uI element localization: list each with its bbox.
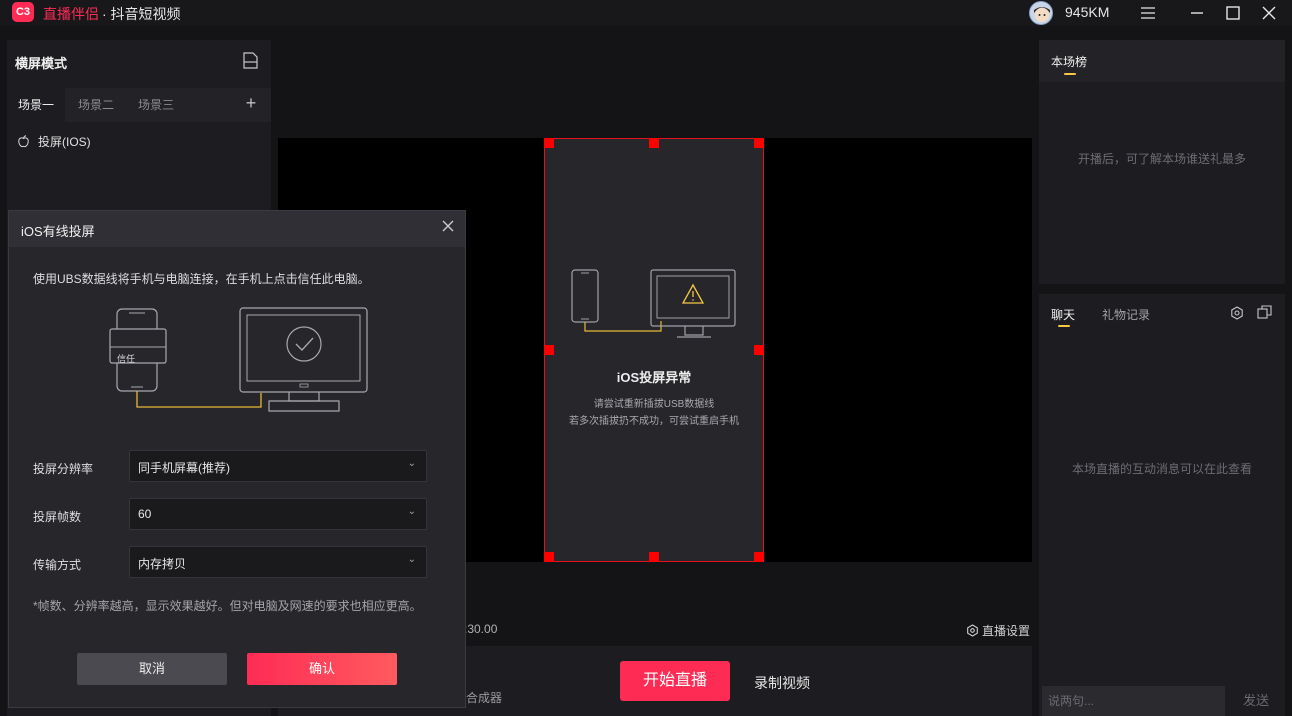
chat-panel: 聊天 礼物记录 本场直播的互动消息可以在此查看 发送 <box>1039 294 1285 716</box>
resize-handle-top-left[interactable] <box>544 138 554 148</box>
avatar-icon <box>1034 7 1050 22</box>
menu-icon[interactable] <box>1137 2 1159 24</box>
composer-label[interactable]: 合成器 <box>466 689 502 706</box>
dialog-close-button[interactable] <box>439 219 457 237</box>
transfer-mode-label: 传输方式 <box>33 558 82 572</box>
tab-rank[interactable]: 本场榜 <box>1051 53 1087 70</box>
tab-scene-1[interactable]: 场景一 <box>7 88 66 122</box>
usb-connect-illustration: 信任 <box>109 307 371 415</box>
cancel-button[interactable]: 取消 <box>77 653 227 685</box>
start-live-button[interactable]: 开始直播 <box>620 661 730 701</box>
tab-chat[interactable]: 聊天 <box>1051 306 1075 323</box>
app-title: 直播伴侣 <box>43 6 99 22</box>
settings-hex-icon <box>967 624 978 637</box>
tab-scene-3[interactable]: 场景三 <box>127 88 185 122</box>
resolution-select[interactable]: 同手机屏幕(推荐) ⌄ <box>129 450 427 482</box>
resize-handle-top[interactable] <box>649 138 659 148</box>
resize-handle-bottom-right[interactable] <box>754 552 764 562</box>
tab-gift-record[interactable]: 礼物记录 <box>1102 306 1150 323</box>
send-button[interactable]: 发送 <box>1231 686 1281 716</box>
avatar[interactable] <box>1029 1 1053 25</box>
chevron-down-icon: ⌄ <box>407 554 416 565</box>
chat-settings-icon[interactable] <box>1230 306 1244 320</box>
app-logo-icon: C3 <box>12 2 34 22</box>
scene-tabs: 场景一 场景二 场景三 <box>7 88 271 122</box>
transfer-mode-select[interactable]: 内存拷贝 ⌄ <box>129 546 427 578</box>
close-icon <box>442 220 454 232</box>
record-video-button[interactable]: 录制视频 <box>754 673 810 693</box>
trust-label: 信任 <box>117 354 136 364</box>
live-settings-link[interactable]: 直播设置 <box>966 622 1030 639</box>
framerate-select[interactable]: 60 ⌄ <box>129 498 427 530</box>
tab-scene-2[interactable]: 场景二 <box>67 88 125 122</box>
rank-empty-text: 开播后，可了解本场谁送礼最多 <box>1077 152 1246 166</box>
framerate-value: 60 <box>138 507 152 521</box>
resize-handle-left[interactable] <box>544 345 554 355</box>
resize-handle-bottom[interactable] <box>649 552 659 562</box>
ios-wired-cast-dialog: iOS有线投屏 使用UBS数据线将手机与电脑连接，在手机上点击信任此电脑。 信任… <box>8 210 466 708</box>
confirm-button[interactable]: 确认 <box>247 653 397 685</box>
layout-switch-icon[interactable] <box>243 52 258 69</box>
dialog-title: iOS有线投屏 <box>21 224 95 239</box>
resolution-label: 投屏分辨率 <box>33 462 94 476</box>
transfer-mode-value: 内存拷贝 <box>138 557 187 571</box>
apple-icon <box>18 135 29 148</box>
title-bar: C3 直播伴侣 · 抖音短视频 945KM <box>0 0 1292 26</box>
phone-monitor-warning-illustration <box>571 269 736 338</box>
app-subtitle: · 抖音短视频 <box>102 6 181 22</box>
resize-handle-top-right[interactable] <box>754 138 764 148</box>
chat-empty-text: 本场直播的互动消息可以在此查看 <box>1071 462 1252 476</box>
rank-panel: 本场榜 开播后，可了解本场谁送礼最多 <box>1039 40 1285 284</box>
dialog-description: 使用UBS数据线将手机与电脑连接，在手机上点击信任此电脑。 <box>33 272 370 286</box>
ios-source-frame[interactable]: iOS投屏异常 请尝试重新插拔USB数据线 若多次插拔扔不成功，可尝试重启手机 <box>544 138 764 562</box>
framerate-label: 投屏帧数 <box>33 510 82 524</box>
source-item-label: 投屏(IOS) <box>38 135 91 149</box>
resize-handle-right[interactable] <box>754 345 764 355</box>
add-scene-button[interactable]: + <box>243 88 259 122</box>
mode-title: 横屏模式 <box>15 56 68 71</box>
rank-tab-indicator <box>1064 73 1076 75</box>
close-window-icon[interactable] <box>1258 2 1280 24</box>
chevron-down-icon: ⌄ <box>407 506 416 517</box>
username[interactable]: 945KM <box>1065 4 1109 20</box>
error-hint-2: 若多次插拔扔不成功，可尝试重启手机 <box>569 416 739 427</box>
error-title: iOS投屏异常 <box>616 370 692 385</box>
resolution-value: 同手机屏幕(推荐) <box>138 461 230 475</box>
chat-input[interactable] <box>1042 686 1225 716</box>
popout-icon[interactable] <box>1257 305 1272 320</box>
error-hint-1: 请尝试重新插拔USB数据线 <box>593 399 715 410</box>
live-settings-label: 直播设置 <box>982 624 1031 638</box>
chevron-down-icon: ⌄ <box>407 458 416 469</box>
minimize-icon[interactable] <box>1186 2 1208 24</box>
source-item-ios[interactable]: 投屏(IOS) <box>17 133 91 150</box>
chat-tab-indicator <box>1058 325 1070 327</box>
dialog-note: *帧数、分辨率越高，显示效果越好。但对电脑及网速的要求也相应更高。 <box>33 599 422 613</box>
maximize-icon[interactable] <box>1222 2 1244 24</box>
resize-handle-bottom-left[interactable] <box>544 552 554 562</box>
